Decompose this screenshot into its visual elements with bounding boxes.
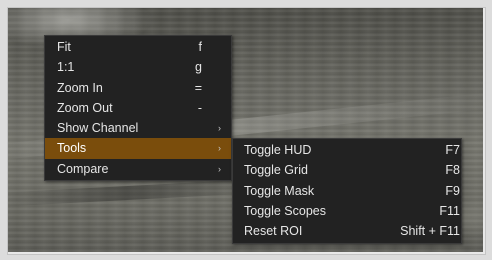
menu-item-label: Tools bbox=[57, 141, 87, 156]
context-menu: Fit f 1:1 g Zoom In = Zoom Out - Show Ch… bbox=[44, 35, 232, 181]
menu-item-label: Show Channel bbox=[57, 121, 139, 136]
menu-item-label: Toggle Scopes bbox=[244, 203, 327, 218]
menu-item-toggle-grid[interactable]: Toggle Grid F8 bbox=[233, 160, 461, 180]
menu-item-label: Compare bbox=[57, 161, 109, 176]
menu-item-label: Toggle Grid bbox=[244, 163, 308, 178]
tools-submenu: Toggle HUD F7 Toggle Grid F8 Toggle Mask… bbox=[232, 138, 462, 244]
menu-item-toggle-mask[interactable]: Toggle Mask F9 bbox=[233, 181, 461, 201]
image-content-shadow bbox=[8, 179, 259, 207]
menu-item-label: Toggle HUD bbox=[244, 143, 312, 157]
submenu-arrow-icon: › bbox=[218, 123, 221, 134]
menu-item-shortcut: F7 bbox=[445, 143, 460, 157]
submenu-arrow-icon: › bbox=[218, 143, 221, 154]
menu-item-1-1[interactable]: 1:1 g bbox=[45, 57, 231, 77]
menu-item-reset-roi[interactable]: Reset ROI Shift + F11 bbox=[233, 221, 461, 241]
menu-item-shortcut: f bbox=[198, 40, 202, 54]
menu-item-zoom-out[interactable]: Zoom Out - bbox=[45, 98, 231, 118]
menu-item-shortcut: Shift + F11 bbox=[400, 224, 460, 239]
menu-item-tools[interactable]: Tools › bbox=[45, 138, 231, 159]
menu-item-shortcut: = bbox=[194, 80, 202, 95]
menu-item-shortcut: F8 bbox=[445, 163, 460, 178]
menu-item-toggle-scopes[interactable]: Toggle Scopes F11 bbox=[233, 201, 461, 221]
menu-item-label: Zoom In bbox=[57, 80, 103, 95]
menu-item-compare[interactable]: Compare › bbox=[45, 159, 231, 179]
menu-item-show-channel[interactable]: Show Channel › bbox=[45, 118, 231, 138]
menu-item-shortcut: F11 bbox=[439, 203, 460, 218]
menu-item-zoom-in[interactable]: Zoom In = bbox=[45, 78, 231, 98]
menu-item-label: Reset ROI bbox=[244, 224, 303, 239]
menu-item-fit[interactable]: Fit f bbox=[45, 37, 231, 57]
menu-item-shortcut: F9 bbox=[445, 183, 460, 198]
menu-item-label: Fit bbox=[57, 40, 71, 54]
menu-item-toggle-hud[interactable]: Toggle HUD F7 bbox=[233, 140, 461, 160]
menu-item-shortcut: - bbox=[197, 100, 202, 115]
menu-item-shortcut: g bbox=[195, 60, 202, 75]
submenu-arrow-icon: › bbox=[218, 163, 221, 174]
menu-item-label: Toggle Mask bbox=[244, 183, 315, 198]
menu-item-label: 1:1 bbox=[57, 60, 75, 75]
menu-item-label: Zoom Out bbox=[57, 100, 113, 115]
